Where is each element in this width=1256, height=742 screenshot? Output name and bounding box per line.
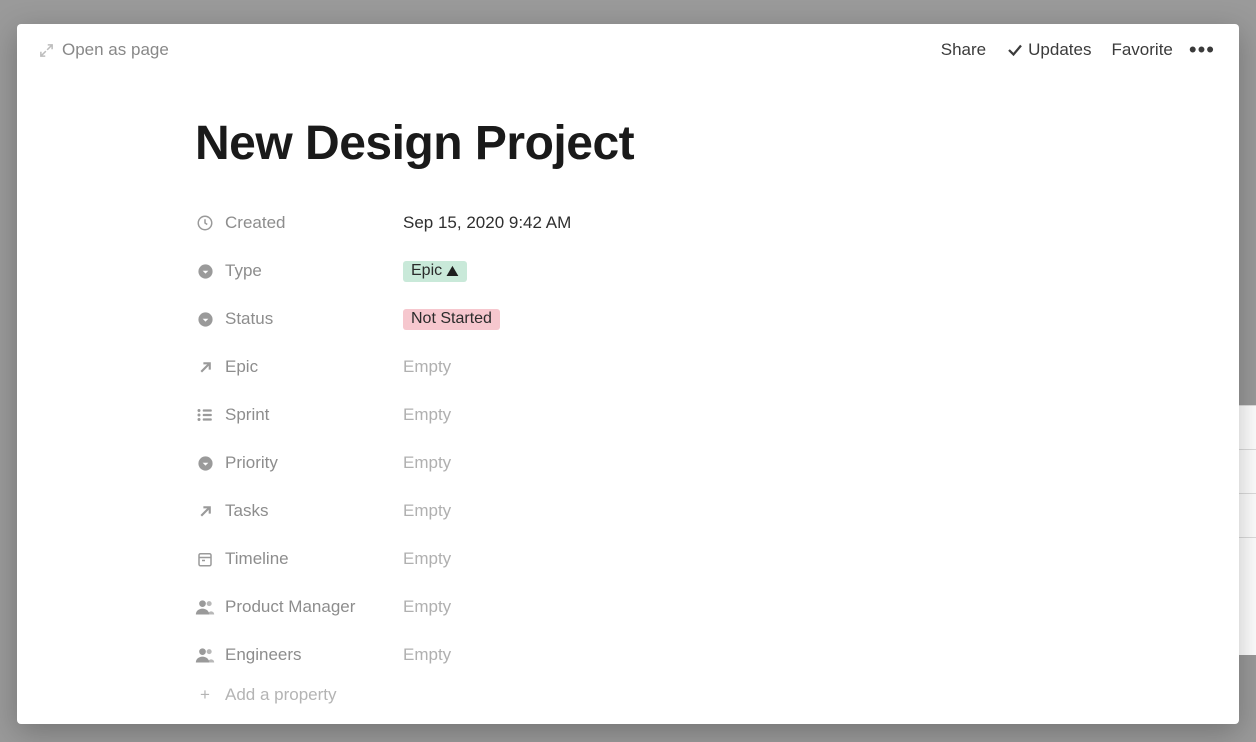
arrow-icon xyxy=(195,357,215,377)
property-label-text: Engineers xyxy=(225,645,302,665)
people-icon xyxy=(195,645,215,665)
open-as-page-label: Open as page xyxy=(62,40,169,60)
property-row: Product Manager Empty xyxy=(195,583,957,631)
select-icon xyxy=(195,309,215,329)
open-as-page-button[interactable]: Open as page xyxy=(39,40,169,60)
property-row: Epic Empty xyxy=(195,343,957,391)
property-label[interactable]: Engineers xyxy=(195,645,403,665)
tag-emoji: ⛰ xyxy=(446,263,459,280)
favorite-button[interactable]: Favorite xyxy=(1101,36,1182,64)
property-row: Type Epic⛰ xyxy=(195,247,957,295)
property-value[interactable]: Not Started xyxy=(403,308,500,330)
property-label-text: Timeline xyxy=(225,549,289,569)
property-label-text: Epic xyxy=(225,357,258,377)
property-label[interactable]: Epic xyxy=(195,357,403,377)
property-label[interactable]: Tasks xyxy=(195,501,403,521)
page-content: New Design Project Created Sep 15, 2020 9… xyxy=(17,76,957,724)
property-value[interactable]: Empty xyxy=(403,501,451,521)
content-spacer xyxy=(195,705,957,724)
property-row: Engineers Empty xyxy=(195,631,957,679)
select-icon xyxy=(195,261,215,281)
modal-scroll-area[interactable]: New Design Project Created Sep 15, 2020 9… xyxy=(17,76,1239,724)
property-label[interactable]: Type xyxy=(195,261,403,281)
property-label[interactable]: Sprint xyxy=(195,405,403,425)
property-row: Timeline Empty xyxy=(195,535,957,583)
property-label-text: Product Manager xyxy=(225,597,355,617)
property-value[interactable]: Empty xyxy=(403,549,451,569)
updates-button[interactable]: Updates xyxy=(996,36,1101,64)
calendar-icon xyxy=(195,549,215,569)
property-label[interactable]: Timeline xyxy=(195,549,403,569)
people-icon xyxy=(195,597,215,617)
property-row: Priority Empty xyxy=(195,439,957,487)
property-label-text: Sprint xyxy=(225,405,269,425)
property-label[interactable]: Status xyxy=(195,309,403,329)
more-menu-button[interactable]: ••• xyxy=(1183,43,1221,56)
property-label-text: Status xyxy=(225,309,273,329)
property-label-text: Priority xyxy=(225,453,278,473)
checkmark-icon xyxy=(1006,41,1024,59)
property-row: Created Sep 15, 2020 9:42 AM xyxy=(195,199,957,247)
modal-backdrop: Open as page Share Updates Favorite ••• xyxy=(0,0,1256,742)
tag: Epic⛰ xyxy=(403,261,467,282)
clock-icon xyxy=(195,213,215,233)
modal-topbar: Open as page Share Updates Favorite ••• xyxy=(17,24,1239,76)
add-property-label: Add a property xyxy=(225,685,337,705)
property-label-text: Tasks xyxy=(225,501,268,521)
property-value[interactable]: Sep 15, 2020 9:42 AM xyxy=(403,213,571,233)
property-row: Status Not Started xyxy=(195,295,957,343)
arrow-icon xyxy=(195,501,215,521)
tag: Not Started xyxy=(403,309,500,330)
property-label-text: Type xyxy=(225,261,262,281)
property-value[interactable]: Empty xyxy=(403,357,451,377)
page-title[interactable]: New Design Project xyxy=(195,116,957,171)
property-value[interactable]: Epic⛰ xyxy=(403,260,467,282)
add-property-button[interactable]: + Add a property xyxy=(195,685,957,705)
property-value[interactable]: Empty xyxy=(403,453,451,473)
property-label[interactable]: Created xyxy=(195,213,403,233)
more-horizontal-icon: ••• xyxy=(1189,37,1215,62)
page-modal: Open as page Share Updates Favorite ••• xyxy=(17,24,1239,724)
property-list: CreatedSep 15, 2020 9:42 AMTypeEpic⛰Stat… xyxy=(195,199,957,679)
property-row: Tasks Empty xyxy=(195,487,957,535)
property-label-text: Created xyxy=(225,213,285,233)
property-row: Sprint Empty xyxy=(195,391,957,439)
share-button[interactable]: Share xyxy=(931,36,996,64)
expand-icon xyxy=(39,43,54,58)
select-icon xyxy=(195,453,215,473)
property-value[interactable]: Empty xyxy=(403,645,451,665)
list-icon xyxy=(195,405,215,425)
property-label[interactable]: Product Manager xyxy=(195,597,403,617)
background-table-peek xyxy=(1238,405,1256,655)
property-value[interactable]: Empty xyxy=(403,405,451,425)
property-label[interactable]: Priority xyxy=(195,453,403,473)
plus-icon: + xyxy=(195,685,215,705)
property-value[interactable]: Empty xyxy=(403,597,451,617)
